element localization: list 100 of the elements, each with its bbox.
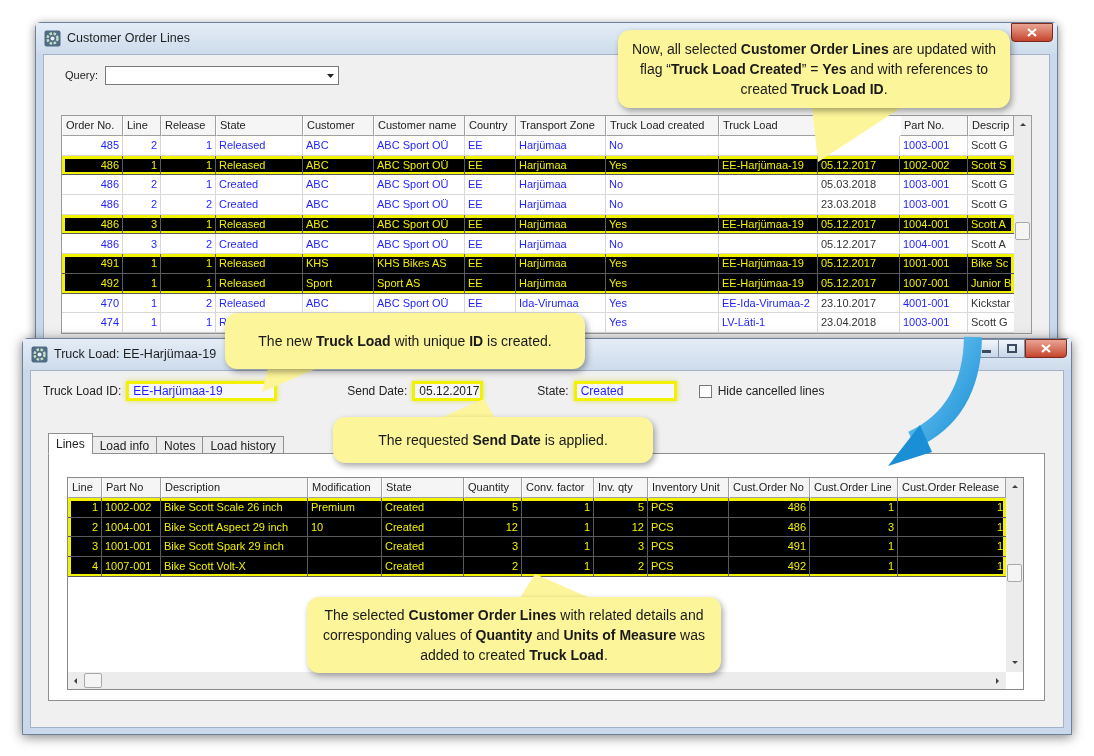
table-row[interactable]: 486 2 2 Created ABC ABC Sport OÜ EE Harjümaa No 23.03.2018 1003-001 Scott G [62, 195, 1014, 215]
close-button[interactable] [1025, 339, 1067, 358]
table-cell-text: 486 [99, 216, 120, 232]
column-header[interactable]: Cust.Order Line [810, 478, 898, 498]
table-cell-text: Created [218, 197, 260, 213]
table-cell-text: 4 [90, 559, 99, 575]
column-header[interactable]: Conv. factor [522, 478, 594, 498]
column-header[interactable]: State [216, 116, 303, 136]
tab[interactable]: Notes [156, 436, 204, 454]
input-field[interactable]: Created [573, 381, 677, 401]
column-header[interactable]: Part No. [900, 116, 968, 136]
table-row[interactable]: 485 2 1 Released ABC ABC Sport OÜ EE Harjümaa No 1003-001 Scott G [62, 136, 1014, 156]
column-header[interactable]: Customer name [374, 116, 465, 136]
column-header[interactable]: Description [161, 478, 308, 498]
scrollbar-thumb[interactable] [1007, 564, 1022, 582]
query-dropdown[interactable] [105, 65, 339, 85]
scrollbar-thumb[interactable] [1015, 222, 1030, 240]
checkbox-label: Hide cancelled lines [717, 383, 825, 400]
table-row[interactable]: 486 3 1 Released ABC ABC Sport OÜ EE Harjümaa Yes EE-Harjümaa-19 05.12.2017 1004-001 Scott A [62, 214, 1014, 235]
restore-icon [1006, 344, 1017, 353]
checkbox[interactable] [698, 384, 712, 398]
window-title: Customer Order Lines [67, 30, 190, 48]
column-header[interactable]: Descrip [968, 116, 1014, 136]
table-cell-text: ABC [305, 216, 330, 232]
scrollbar[interactable] [68, 672, 1006, 689]
tab[interactable]: Load history [202, 436, 284, 454]
field-label: State: [537, 383, 569, 400]
table-cell-text: ABC [305, 157, 330, 173]
table-cell-text: EE [467, 256, 484, 272]
table-row[interactable]: 486 3 2 Created ABC ABC Sport OÜ EE Harjümaa No 05.12.2017 1004-001 Scott A [62, 234, 1014, 255]
tab[interactable]: Load info [91, 436, 158, 454]
table-cell-text: 1 [204, 157, 213, 173]
column-header[interactable]: Cust.Order Release [898, 478, 1006, 498]
table-cell-text: ABC Sport OÜ [376, 157, 450, 173]
table-cell-text: 2 [204, 236, 213, 252]
table-cell-text: 470 [99, 295, 120, 311]
table-cell-text: Yes [608, 275, 628, 291]
callout-text: The selected Customer Order Lines with related details and corresponding values of Quantity and Units of Measure was added to created Truck Load. [321, 606, 707, 665]
table-row[interactable]: 470 1 2 Released ABC ABC Sport OÜ EE Ida-Virumaa Yes EE-Ida-Virumaa-2 23.10.2017 4001-001 Kickstar [62, 293, 1014, 314]
table-cell-text: Harjümaa [518, 177, 568, 193]
scrollbar[interactable] [1006, 478, 1023, 672]
table-cell-text: 3 [510, 539, 519, 555]
table-cell-text: 1 [582, 539, 591, 555]
column-header[interactable]: Quantity [464, 478, 522, 498]
table-cell-text: ABC [305, 138, 330, 154]
column-header[interactable]: Truck Load created [606, 116, 719, 136]
column-header[interactable]: Cust.Order No [729, 478, 810, 498]
table-cell-text: Sport AS [376, 275, 422, 291]
close-button[interactable] [1011, 23, 1053, 42]
table-row[interactable]: 4 1007-001 Bike Scott Volt-X Created 2 1 2 PCS 492 1 1 [68, 557, 1006, 577]
table-cell-text: 1003-001 [902, 315, 951, 331]
column-header[interactable]: Modification [308, 478, 382, 498]
input-field[interactable]: EE-Harjümaa-19 [126, 381, 278, 401]
table-cell-text: 5 [510, 500, 519, 516]
column-header[interactable]: Truck Load [719, 116, 818, 136]
input-field[interactable]: 05.12.2017 [412, 381, 484, 401]
table-row[interactable]: 486 1 1 Released ABC ABC Sport OÜ EE Harjümaa Yes EE-Harjümaa-19 05.12.2017 1002-002 Scott S [62, 155, 1014, 176]
column-header[interactable]: Part No [102, 478, 161, 498]
table-cell-text: 23.10.2017 [820, 295, 878, 311]
table-cell-text: Released [218, 295, 267, 311]
table-cell-text: ABC [305, 197, 330, 213]
table-row[interactable]: 486 2 1 Created ABC ABC Sport OÜ EE Harjümaa No 05.03.2018 1003-001 Scott G [62, 175, 1014, 196]
table-cell-text: 05.12.2017 [820, 236, 878, 252]
column-header[interactable]: Transport Zone [516, 116, 606, 136]
column-header[interactable]: Inv. qty [594, 478, 648, 498]
table-row[interactable]: 2 1004-001 Bike Scott Aspect 29 inch 10 Created 12 1 12 PCS 486 3 1 [68, 517, 1006, 538]
scrollbar[interactable] [1014, 116, 1031, 333]
table-cell-text: Harjümaa [518, 138, 568, 154]
table-cell-text: Yes [608, 157, 628, 173]
table-row[interactable]: 3 1001-001 Bike Scott Spark 29 inch Created 3 1 3 PCS 491 1 1 [68, 537, 1006, 558]
column-header[interactable]: Line [68, 478, 102, 498]
table-cell-text: 1 [995, 539, 1004, 555]
table-cell-text: 3 [90, 539, 99, 555]
table-cell-text: 474 [99, 315, 120, 331]
table-cell-text: EE [467, 216, 484, 232]
column-header[interactable]: State [382, 478, 464, 498]
table-cell-text: 3 [149, 216, 158, 232]
column-header[interactable]: Order No. [62, 116, 123, 136]
column-header[interactable]: Line [123, 116, 161, 136]
table-row[interactable]: 1 1002-002 Bike Scott Scale 26 inch Premium Created 5 1 5 PCS 486 1 1 [68, 498, 1006, 518]
scrollbar-thumb[interactable] [84, 673, 102, 688]
table-row[interactable]: 491 1 1 Released KHS KHS Bikes AS EE Harjümaa Yes EE-Harjümaa-19 05.12.2017 1001-001 Bike Sc [62, 254, 1014, 274]
table-cell-text: 5 [636, 500, 645, 516]
column-header[interactable]: Inventory Unit [648, 478, 729, 498]
column-header[interactable]: Customer [303, 116, 374, 136]
column-header[interactable]: Release [161, 116, 216, 136]
table-cell-text: 1003-001 [902, 177, 951, 193]
table-row[interactable]: 492 1 1 Released Sport Sport AS EE Harjümaa Yes EE-Harjümaa-19 05.12.2017 1007-001 Junior B [62, 273, 1014, 294]
table-cell-text: Scott A [970, 216, 1007, 232]
table-cell-text: 23.04.2018 [820, 315, 878, 331]
table-cell-text: 1 [886, 559, 895, 575]
table-cell-text: 2 [510, 559, 519, 575]
table-cell-text: No [608, 177, 625, 193]
table-cell-text: 491 [786, 539, 807, 555]
table-cell-text: Scott G [970, 197, 1009, 213]
table-cell-text: Harjümaa [518, 275, 568, 291]
tab[interactable]: Lines [48, 433, 93, 454]
column-header[interactable]: Country [465, 116, 516, 136]
table-cell-text: Harjümaa [518, 216, 568, 232]
maximize-button[interactable] [999, 339, 1025, 358]
